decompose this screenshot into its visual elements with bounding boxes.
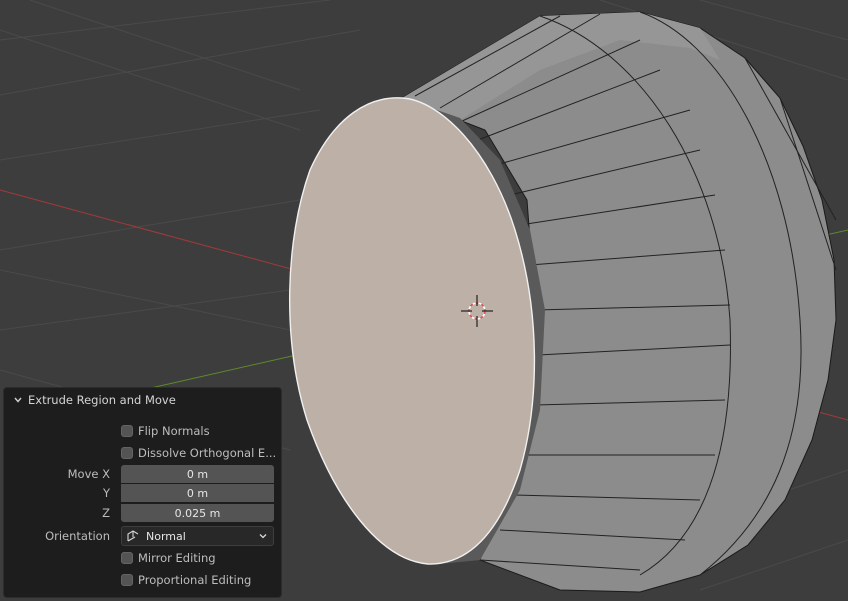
mirror-editing-label: Mirror Editing [138,551,216,565]
panel-header[interactable]: Extrude Region and Move [4,388,281,412]
move-x-field[interactable]: 0 m [121,465,274,483]
dissolve-orthogonal-row[interactable]: Dissolve Orthogonal E... [4,443,281,463]
move-x-label: Move X [67,467,110,481]
flip-normals-row[interactable]: Flip Normals [4,421,281,441]
chevron-down-icon [257,530,269,542]
panel-title: Extrude Region and Move [28,393,176,407]
operator-redo-panel[interactable]: Extrude Region and Move Flip Normals Dis… [3,387,282,598]
orientation-value: Normal [146,529,186,543]
orientation-dropdown[interactable]: Normal [121,526,274,546]
move-y-row: Y 0 m [4,483,281,503]
move-y-label: Y [102,486,110,500]
mirror-editing-checkbox[interactable] [121,552,133,564]
move-z-field[interactable]: 0.025 m [121,504,274,522]
chevron-down-icon[interactable] [10,392,26,408]
flip-normals-checkbox[interactable] [121,425,133,437]
move-z-row: Z 0.025 m [4,503,281,523]
move-x-row: Move X 0 m [4,464,281,484]
proportional-editing-label: Proportional Editing [138,573,252,587]
orientation-row: Orientation Normal [4,526,281,546]
mirror-editing-row[interactable]: Mirror Editing [4,548,281,568]
orientation-label: Orientation [45,529,110,543]
dissolve-orthogonal-checkbox[interactable] [121,447,133,459]
proportional-editing-row[interactable]: Proportional Editing [4,570,281,590]
move-y-field[interactable]: 0 m [121,484,274,502]
proportional-editing-checkbox[interactable] [121,574,133,586]
move-z-label: Z [102,506,110,520]
dissolve-orthogonal-label: Dissolve Orthogonal E... [138,446,277,460]
flip-normals-label: Flip Normals [138,424,210,438]
orientation-normal-icon [126,529,140,543]
